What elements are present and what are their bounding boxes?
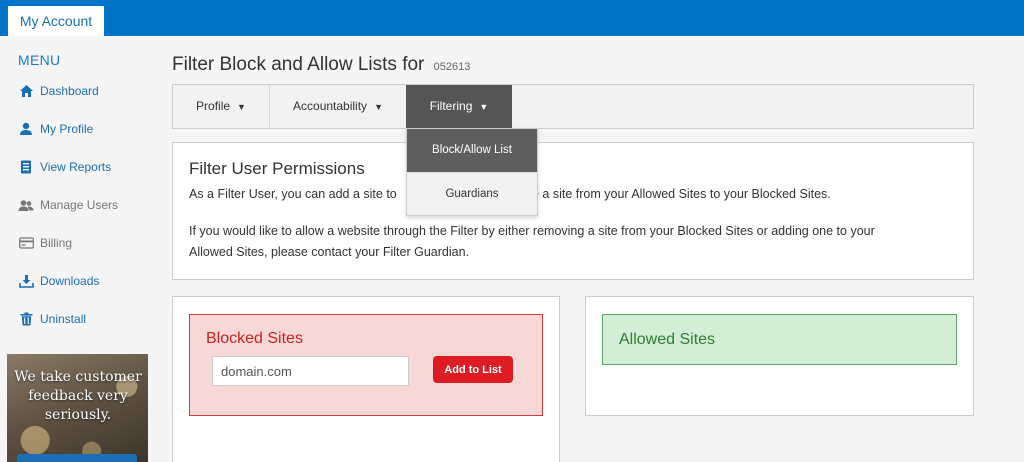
sidebar-item-view-reports[interactable]: View Reports — [18, 157, 111, 177]
permissions-title: Filter User Permissions — [189, 159, 365, 178]
sidebar-item-label: My Profile — [40, 122, 94, 136]
domain-input[interactable] — [212, 356, 409, 386]
menu-title: MENU — [18, 52, 61, 68]
sidebar-item-label: Manage Users — [40, 198, 119, 212]
home-icon — [18, 83, 34, 99]
sidebar-item-my-profile[interactable]: My Profile — [18, 119, 93, 139]
filter-permissions-panel: Filter User Permissions As a Filter User… — [172, 142, 974, 280]
allowed-sites-panel: Allowed Sites — [585, 296, 974, 416]
allowed-sites-box: Allowed Sites — [602, 314, 957, 365]
permissions-paragraph-2-line-1: If you would like to allow a website thr… — [189, 224, 875, 238]
account-id: 052613 — [433, 61, 471, 73]
feedback-promo-banner[interactable]: We take customer feedback very seriously… — [7, 354, 148, 462]
tab-profile[interactable]: Profile ▼ — [173, 85, 269, 128]
sidebar-item-billing[interactable]: Billing — [18, 233, 72, 253]
promo-button[interactable] — [17, 454, 137, 462]
sidebar-item-label: Downloads — [40, 274, 100, 288]
caret-down-icon: ▼ — [237, 102, 246, 112]
users-icon — [18, 197, 34, 213]
top-bar: My Account — [0, 0, 1024, 36]
trash-icon — [18, 311, 34, 327]
report-icon — [18, 159, 34, 175]
tab-filtering[interactable]: Filtering ▼ — [406, 85, 512, 128]
tab-accountability[interactable]: Accountability ▼ — [270, 85, 406, 128]
sidebar-item-label: View Reports — [40, 160, 112, 174]
caret-down-icon: ▼ — [374, 102, 383, 112]
permissions-line-1-start: As a Filter User, you can add a site to — [189, 187, 397, 201]
tab-filtering-label: Filtering — [429, 99, 473, 113]
menu-item-block-allow-list[interactable]: Block/Allow List — [407, 129, 537, 172]
filter-nav-bar: Profile ▼ Accountability ▼ Filtering ▼ — [172, 84, 974, 129]
permissions-paragraph-2-line-2: Allowed Sites, please contact your Filte… — [189, 245, 469, 259]
allowed-sites-title: Allowed Sites — [619, 331, 716, 348]
permissions-paragraph-2: If you would like to allow a website thr… — [189, 221, 949, 263]
credit-card-icon — [18, 235, 34, 251]
sidebar-item-dashboard[interactable]: Dashboard — [18, 81, 99, 101]
sidebar: MENU Dashboard My Profile View Reports M… — [0, 36, 160, 462]
page-title-text: Filter Block and Allow Lists for — [172, 54, 425, 75]
blocked-sites-panel: Blocked Sites Add to List — [172, 296, 560, 462]
promo-text: We take customer feedback very seriously… — [14, 369, 142, 423]
sidebar-item-manage-users[interactable]: Manage Users — [18, 195, 118, 215]
blocked-sites-box: Blocked Sites Add to List — [189, 314, 543, 416]
sidebar-item-uninstall[interactable]: Uninstall — [18, 309, 86, 329]
sidebar-item-downloads[interactable]: Downloads — [18, 271, 99, 291]
sidebar-item-label: Billing — [40, 236, 73, 250]
page-title: Filter Block and Allow Lists for 052613 — [172, 54, 470, 76]
tab-profile-label: Profile — [196, 99, 231, 113]
my-account-tab[interactable]: My Account — [8, 6, 104, 36]
add-to-list-button[interactable]: Add to List — [433, 356, 513, 383]
download-icon — [18, 273, 34, 289]
menu-item-guardians[interactable]: Guardians — [407, 173, 537, 216]
user-icon — [18, 121, 34, 137]
filtering-dropdown-menu: Block/Allow List Guardians — [406, 128, 538, 216]
sidebar-item-label: Dashboard — [40, 84, 99, 98]
permissions-line-1-end: r move a site from your Allowed Sites to… — [500, 187, 831, 201]
sidebar-item-label: Uninstall — [40, 312, 87, 326]
caret-down-icon: ▼ — [479, 102, 489, 112]
tab-accountability-label: Accountability — [293, 99, 368, 113]
permissions-line-1: As a Filter User, you can add a site to r… — [189, 184, 949, 205]
blocked-sites-title: Blocked Sites — [206, 330, 303, 347]
